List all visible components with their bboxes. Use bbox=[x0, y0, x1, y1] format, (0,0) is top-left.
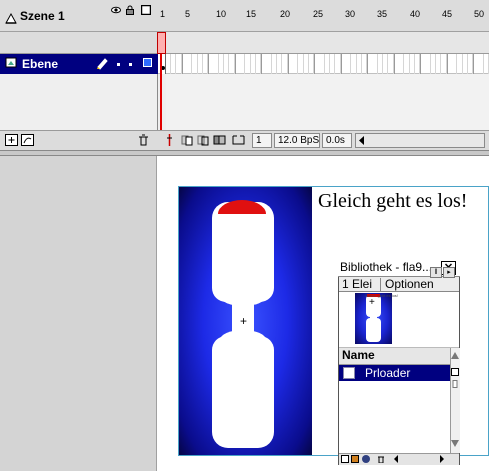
add-guide-layer-icon[interactable] bbox=[21, 134, 34, 146]
library-item-name: Prloader bbox=[365, 366, 411, 380]
ruler-label: 15 bbox=[246, 9, 257, 19]
column-name-header[interactable]: Name bbox=[342, 348, 375, 362]
frame-cell[interactable] bbox=[182, 54, 183, 74]
frame-cell[interactable] bbox=[224, 54, 229, 74]
ruler-label: 25 bbox=[313, 9, 324, 19]
elapsed-time: 0.0s bbox=[322, 133, 352, 148]
scene-label[interactable]: Szene 1 bbox=[20, 9, 65, 23]
add-layer-icon[interactable] bbox=[5, 134, 18, 146]
frame-rate[interactable]: 12.0 BpS bbox=[274, 133, 320, 148]
center-frame-icon[interactable] bbox=[163, 134, 176, 146]
new-folder-icon[interactable] bbox=[351, 455, 359, 463]
layer-name[interactable]: Ebene bbox=[22, 57, 58, 71]
frame-cell[interactable] bbox=[383, 54, 388, 74]
library-title: Bibliothek - fla9... bbox=[340, 260, 433, 274]
playhead[interactable] bbox=[157, 32, 166, 54]
ruler-label: 35 bbox=[377, 9, 388, 19]
outline-icon[interactable] bbox=[141, 5, 151, 15]
frame-cell[interactable] bbox=[208, 54, 209, 74]
toolbar-divider bbox=[380, 278, 381, 291]
current-frame: 1 bbox=[252, 133, 272, 148]
pause-icon[interactable]: ‖ bbox=[430, 267, 442, 278]
frame-cell[interactable] bbox=[484, 54, 489, 74]
frame-cell[interactable] bbox=[473, 54, 474, 74]
eye-icon[interactable] bbox=[111, 5, 121, 15]
onion-skin-icon[interactable] bbox=[181, 134, 194, 146]
frame-cell[interactable] bbox=[420, 54, 421, 74]
pencil-icon bbox=[97, 58, 108, 70]
lock-icon[interactable] bbox=[125, 5, 135, 15]
scroll-down-icon[interactable] bbox=[451, 440, 459, 447]
frame-cell[interactable] bbox=[261, 54, 262, 74]
stage-text[interactable]: Gleich geht es los! bbox=[318, 190, 467, 213]
frame-cell[interactable] bbox=[288, 54, 289, 74]
frame-cell[interactable] bbox=[436, 54, 441, 74]
trash-icon[interactable] bbox=[377, 455, 385, 463]
movieclip-icon bbox=[343, 367, 355, 379]
layer-list-empty bbox=[0, 74, 158, 130]
scroll-right-icon[interactable] bbox=[438, 455, 446, 463]
ruler-label: 30 bbox=[345, 9, 356, 19]
onion-markers-icon[interactable] bbox=[232, 134, 245, 146]
lock-dot[interactable] bbox=[129, 63, 132, 66]
frames-empty bbox=[166, 74, 489, 130]
play-icon[interactable]: ▸ bbox=[443, 267, 455, 278]
scene-icon bbox=[5, 12, 17, 24]
scroll-left-icon[interactable] bbox=[358, 136, 366, 145]
frame-cell[interactable] bbox=[399, 54, 404, 74]
ruler-label: 40 bbox=[410, 9, 421, 19]
frame-cell[interactable] bbox=[314, 54, 315, 74]
thumb-registration-point: + bbox=[369, 297, 375, 308]
frame-cell[interactable] bbox=[171, 54, 176, 74]
options-menu[interactable]: Optionen bbox=[385, 277, 434, 291]
thumb-hourglass-bottom bbox=[366, 318, 381, 342]
frame-cell[interactable] bbox=[235, 54, 236, 74]
frame-cell[interactable] bbox=[447, 54, 448, 74]
visibility-dot[interactable] bbox=[117, 63, 120, 66]
ruler-label: 20 bbox=[280, 9, 291, 19]
frame-cell[interactable] bbox=[394, 54, 395, 74]
ruler-label: 45 bbox=[442, 9, 453, 19]
scroll-left-icon[interactable] bbox=[392, 455, 400, 463]
frame-cell[interactable] bbox=[346, 54, 351, 74]
frame-cell[interactable] bbox=[341, 54, 342, 74]
outline-color-swatch[interactable] bbox=[143, 58, 152, 67]
wide-view-icon[interactable] bbox=[451, 368, 459, 376]
frame-cell[interactable] bbox=[330, 54, 335, 74]
frame-cell[interactable] bbox=[277, 54, 282, 74]
ruler-label: 10 bbox=[216, 9, 227, 19]
frame-ruler[interactable] bbox=[158, 32, 489, 54]
edit-multiple-frames-icon[interactable] bbox=[213, 134, 226, 146]
trash-icon[interactable] bbox=[137, 134, 150, 146]
frame-cell[interactable] bbox=[293, 54, 298, 74]
frame-cell[interactable] bbox=[240, 54, 245, 74]
new-symbol-icon[interactable] bbox=[341, 455, 349, 463]
properties-icon[interactable] bbox=[362, 455, 370, 463]
timeline-hscrollbar[interactable] bbox=[355, 133, 485, 148]
layer-header bbox=[0, 32, 158, 54]
ruler-label: 50 bbox=[474, 9, 485, 19]
layer-icon bbox=[5, 57, 17, 68]
narrow-view-icon[interactable] bbox=[451, 380, 459, 388]
scroll-up-icon[interactable] bbox=[451, 352, 459, 359]
library-item-count: 1 Elei bbox=[342, 277, 373, 291]
frame-cell[interactable] bbox=[452, 54, 457, 74]
library-vscrollbar[interactable] bbox=[450, 348, 460, 453]
ruler-label: 1 bbox=[160, 9, 166, 19]
pasteboard-left bbox=[0, 156, 157, 471]
onion-outline-icon[interactable] bbox=[197, 134, 210, 146]
frame-cell[interactable] bbox=[367, 54, 368, 74]
frame-cell[interactable] bbox=[187, 54, 192, 74]
ruler-label: 5 bbox=[185, 9, 191, 19]
